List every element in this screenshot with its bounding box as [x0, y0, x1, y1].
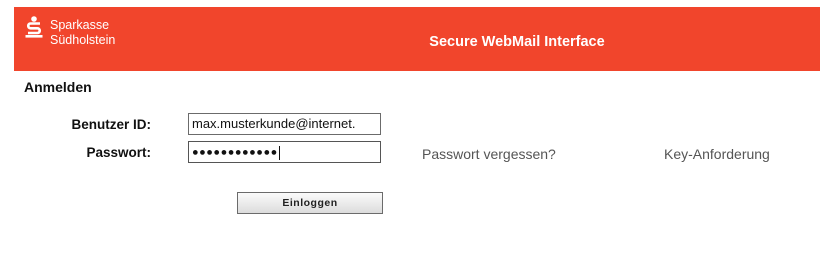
header-bar: Sparkasse Südholstein Secure WebMail Int…	[14, 7, 820, 71]
password-input[interactable]: ●●●●●●●●●●●●	[188, 141, 381, 163]
password-value: ●●●●●●●●●●●●	[192, 146, 278, 159]
key-request-link[interactable]: Key-Anforderung	[664, 146, 770, 162]
app-title: Secure WebMail Interface	[429, 34, 605, 50]
login-button[interactable]: Einloggen	[237, 192, 383, 214]
brand-line-2: Südholstein	[50, 33, 116, 47]
user-id-value: max.musterkunde@internet.	[192, 116, 356, 131]
user-id-label: Benutzer ID:	[71, 117, 151, 132]
section-title: Anmelden	[24, 79, 92, 95]
sparkasse-logo-icon	[25, 16, 43, 38]
text-caret	[278, 145, 280, 160]
user-id-input[interactable]: max.musterkunde@internet.	[188, 113, 381, 135]
forgot-password-link[interactable]: Passwort vergessen?	[422, 146, 556, 162]
brand-name: Sparkasse Südholstein	[50, 18, 115, 48]
password-label: Passwort:	[86, 145, 151, 160]
brand-line-1: Sparkasse	[50, 18, 110, 32]
